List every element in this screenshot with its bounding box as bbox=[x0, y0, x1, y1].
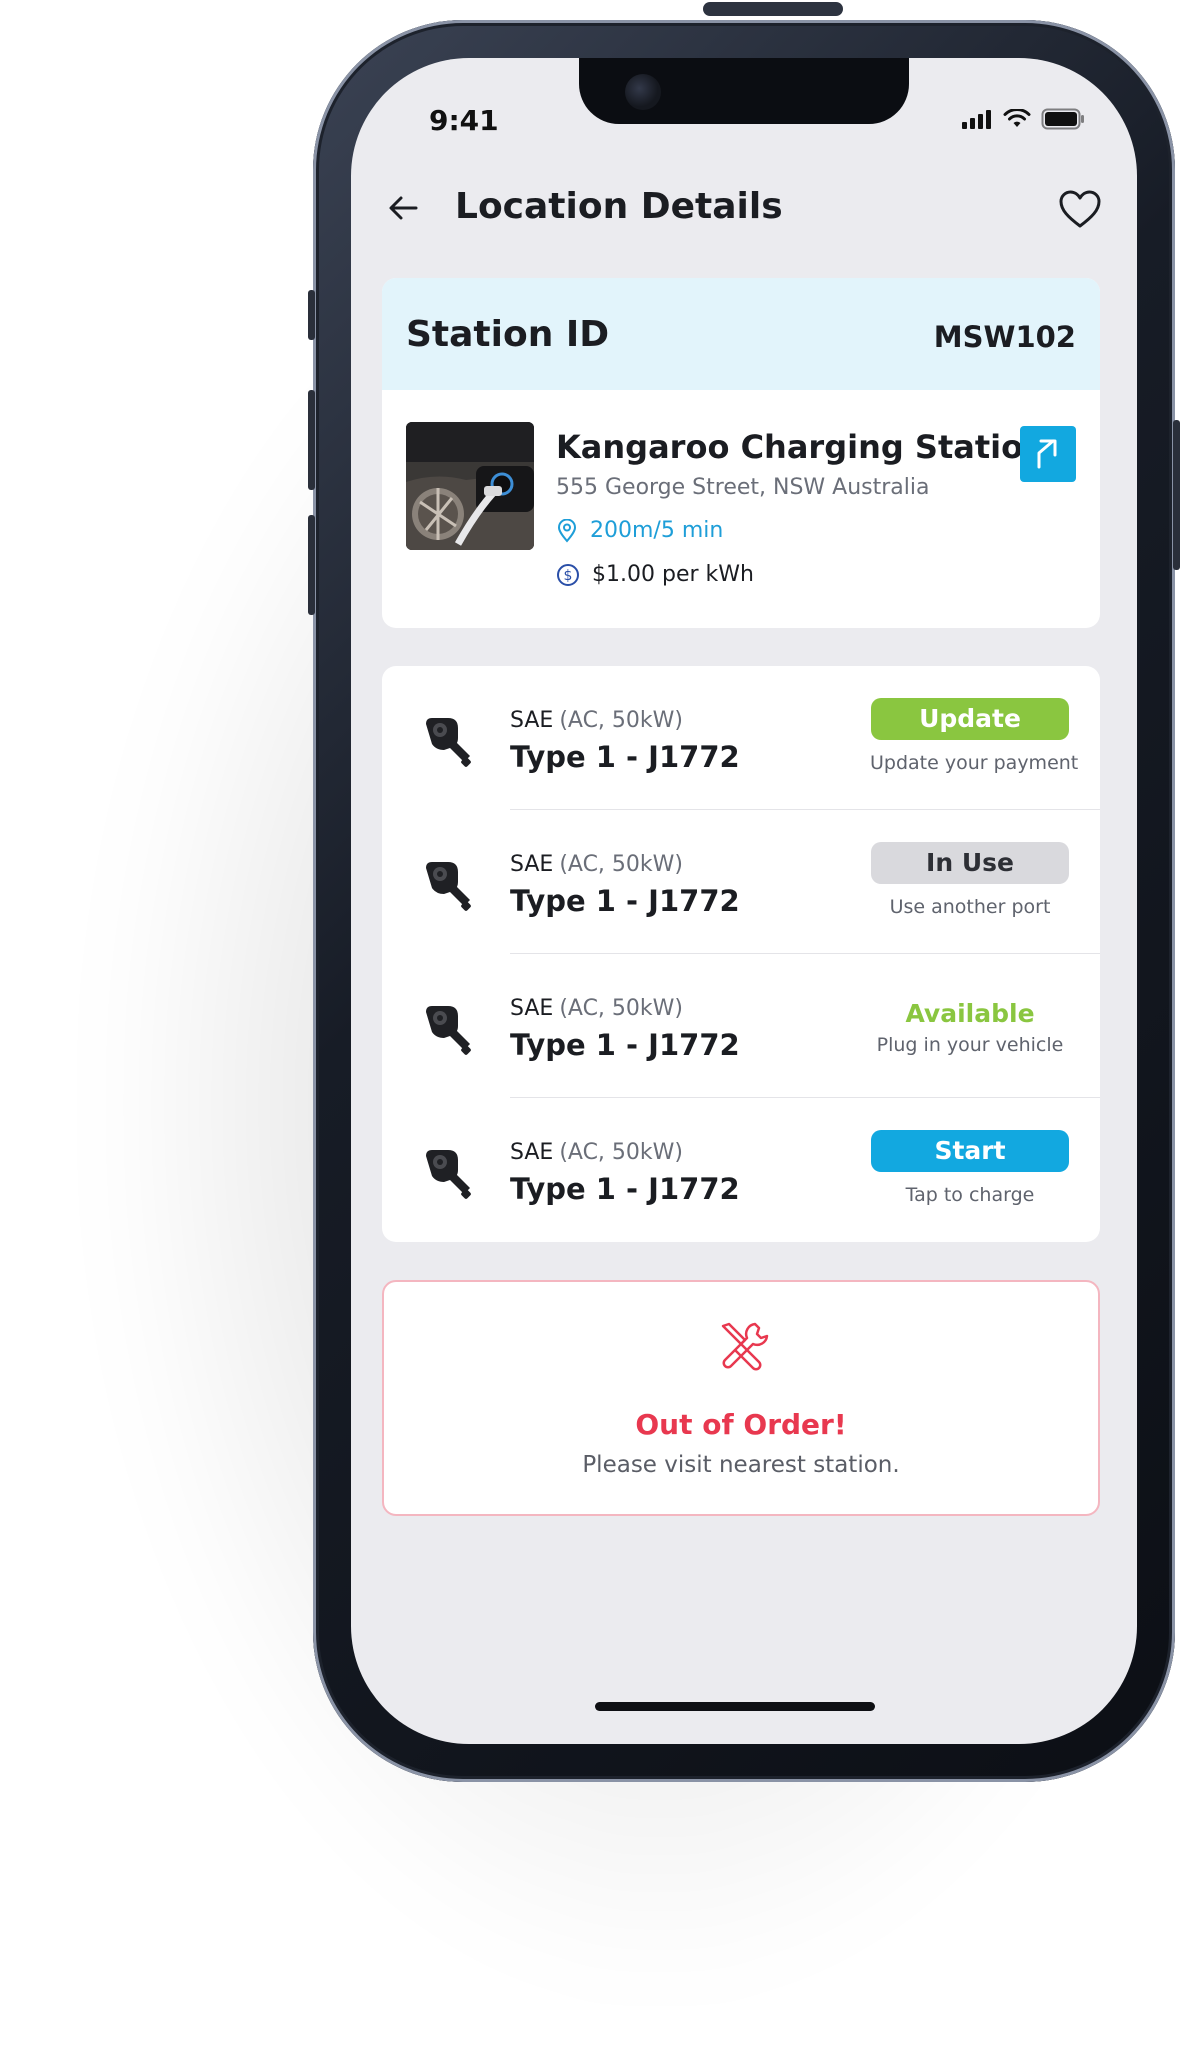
port-row: SAE (AC, 50kW) Type 1 - J1772 Update Upda… bbox=[382, 666, 1100, 810]
port-spec: (AC, 50kW) bbox=[559, 852, 683, 877]
ev-plug-icon bbox=[426, 1150, 471, 1199]
port-status-subtext: Use another port bbox=[889, 896, 1051, 918]
svg-text:$: $ bbox=[564, 568, 573, 584]
volume-down-button bbox=[308, 515, 315, 615]
available-status: Available bbox=[905, 999, 1035, 1028]
start-button[interactable]: Start bbox=[871, 1130, 1069, 1172]
alert-message: Please visit nearest station. bbox=[582, 1452, 900, 1478]
in-use-badge: In Use bbox=[871, 842, 1069, 884]
port-standard-name: SAE bbox=[510, 996, 554, 1021]
navigate-button[interactable] bbox=[1020, 426, 1076, 482]
status-icons bbox=[961, 108, 1085, 130]
station-card: Station ID MSW102 Kangaroo Charging Stat… bbox=[382, 278, 1100, 628]
port-row: SAE (AC, 50kW) Type 1 - J1772 Start Tap t… bbox=[382, 1098, 1100, 1242]
station-distance: 200m/5 min bbox=[556, 518, 723, 543]
ev-plug-icon bbox=[426, 1006, 471, 1055]
arrow-up-right-icon bbox=[1037, 439, 1057, 469]
port-row: SAE (AC, 50kW) Type 1 - J1772 In Use Use … bbox=[382, 810, 1100, 954]
page-title: Location Details bbox=[455, 186, 783, 227]
out-of-order-card: Out of Order! Please visit nearest stati… bbox=[382, 1280, 1100, 1516]
station-id-bar: Station ID MSW102 bbox=[382, 278, 1100, 390]
station-price-text: $1.00 per kWh bbox=[592, 562, 754, 587]
port-status: Available Plug in your vehicle bbox=[870, 986, 1070, 1056]
phone-frame: 9:41 Location Details Station ID MSW102 … bbox=[308, 2, 1180, 1782]
port-status: Update Update your payment bbox=[870, 698, 1079, 774]
port-standard-name: SAE bbox=[510, 708, 554, 733]
mute-switch bbox=[308, 290, 315, 340]
heart-icon bbox=[1059, 190, 1101, 228]
app-header: Location Details bbox=[351, 166, 1137, 246]
notch bbox=[579, 58, 909, 124]
port-status: Start Tap to charge bbox=[870, 1130, 1070, 1206]
port-row: SAE (AC, 50kW) Type 1 - J1772 Available P… bbox=[382, 954, 1100, 1098]
port-type: Type 1 - J1772 bbox=[510, 884, 740, 918]
port-type: Type 1 - J1772 bbox=[510, 740, 740, 774]
port-status-subtext: Tap to charge bbox=[905, 1184, 1035, 1206]
station-photo bbox=[406, 422, 534, 550]
wifi-icon bbox=[1003, 109, 1031, 127]
port-standard: SAE (AC, 50kW) bbox=[510, 996, 683, 1021]
port-status-subtext: Plug in your vehicle bbox=[876, 1034, 1064, 1056]
port-status: In Use Use another port bbox=[870, 842, 1070, 918]
update-button[interactable]: Update bbox=[871, 698, 1069, 740]
port-standard: SAE (AC, 50kW) bbox=[510, 852, 683, 877]
port-type: Type 1 - J1772 bbox=[510, 1028, 740, 1062]
status-time: 9:41 bbox=[429, 104, 499, 137]
port-type: Type 1 - J1772 bbox=[510, 1172, 740, 1206]
station-id-label: Station ID bbox=[406, 314, 610, 355]
port-standard: SAE (AC, 50kW) bbox=[510, 1140, 683, 1165]
back-button[interactable] bbox=[381, 186, 425, 230]
power-button bbox=[1173, 420, 1180, 570]
mockup-stage: 9:41 Location Details Station ID MSW102 … bbox=[0, 0, 1188, 2048]
volume-up-button bbox=[308, 390, 315, 490]
front-camera bbox=[625, 74, 661, 110]
home-indicator[interactable] bbox=[595, 1702, 875, 1711]
arrow-left-icon bbox=[389, 196, 418, 220]
station-id-value: MSW102 bbox=[933, 320, 1076, 354]
port-spec: (AC, 50kW) bbox=[559, 708, 683, 733]
port-status-subtext: Update your payment bbox=[870, 752, 1079, 774]
station-name: Kangaroo Charging Station bbox=[556, 428, 1046, 466]
signal-icon bbox=[962, 110, 991, 129]
earpiece-speaker bbox=[703, 2, 843, 16]
app-screen: 9:41 Location Details Station ID MSW102 … bbox=[351, 58, 1137, 1744]
port-standard: SAE (AC, 50kW) bbox=[510, 708, 683, 733]
port-standard-name: SAE bbox=[510, 1140, 554, 1165]
battery-icon bbox=[1041, 108, 1084, 130]
ev-plug-icon bbox=[426, 862, 471, 911]
tools-icon bbox=[721, 1322, 769, 1371]
dollar-coin-icon: $ bbox=[557, 563, 579, 586]
alert-title: Out of Order! bbox=[635, 1408, 847, 1441]
station-address: 555 George Street, NSW Australia bbox=[556, 475, 930, 500]
port-spec: (AC, 50kW) bbox=[559, 996, 683, 1021]
station-distance-text: 200m/5 min bbox=[590, 518, 724, 543]
favorite-button[interactable] bbox=[1055, 184, 1105, 234]
ports-list: SAE (AC, 50kW) Type 1 - J1772 Update Upda… bbox=[382, 666, 1100, 1242]
port-standard-name: SAE bbox=[510, 852, 554, 877]
location-pin-icon bbox=[557, 518, 577, 543]
station-price: $ $1.00 per kWh bbox=[556, 562, 754, 587]
port-spec: (AC, 50kW) bbox=[559, 1140, 683, 1165]
ev-plug-icon bbox=[426, 718, 471, 767]
